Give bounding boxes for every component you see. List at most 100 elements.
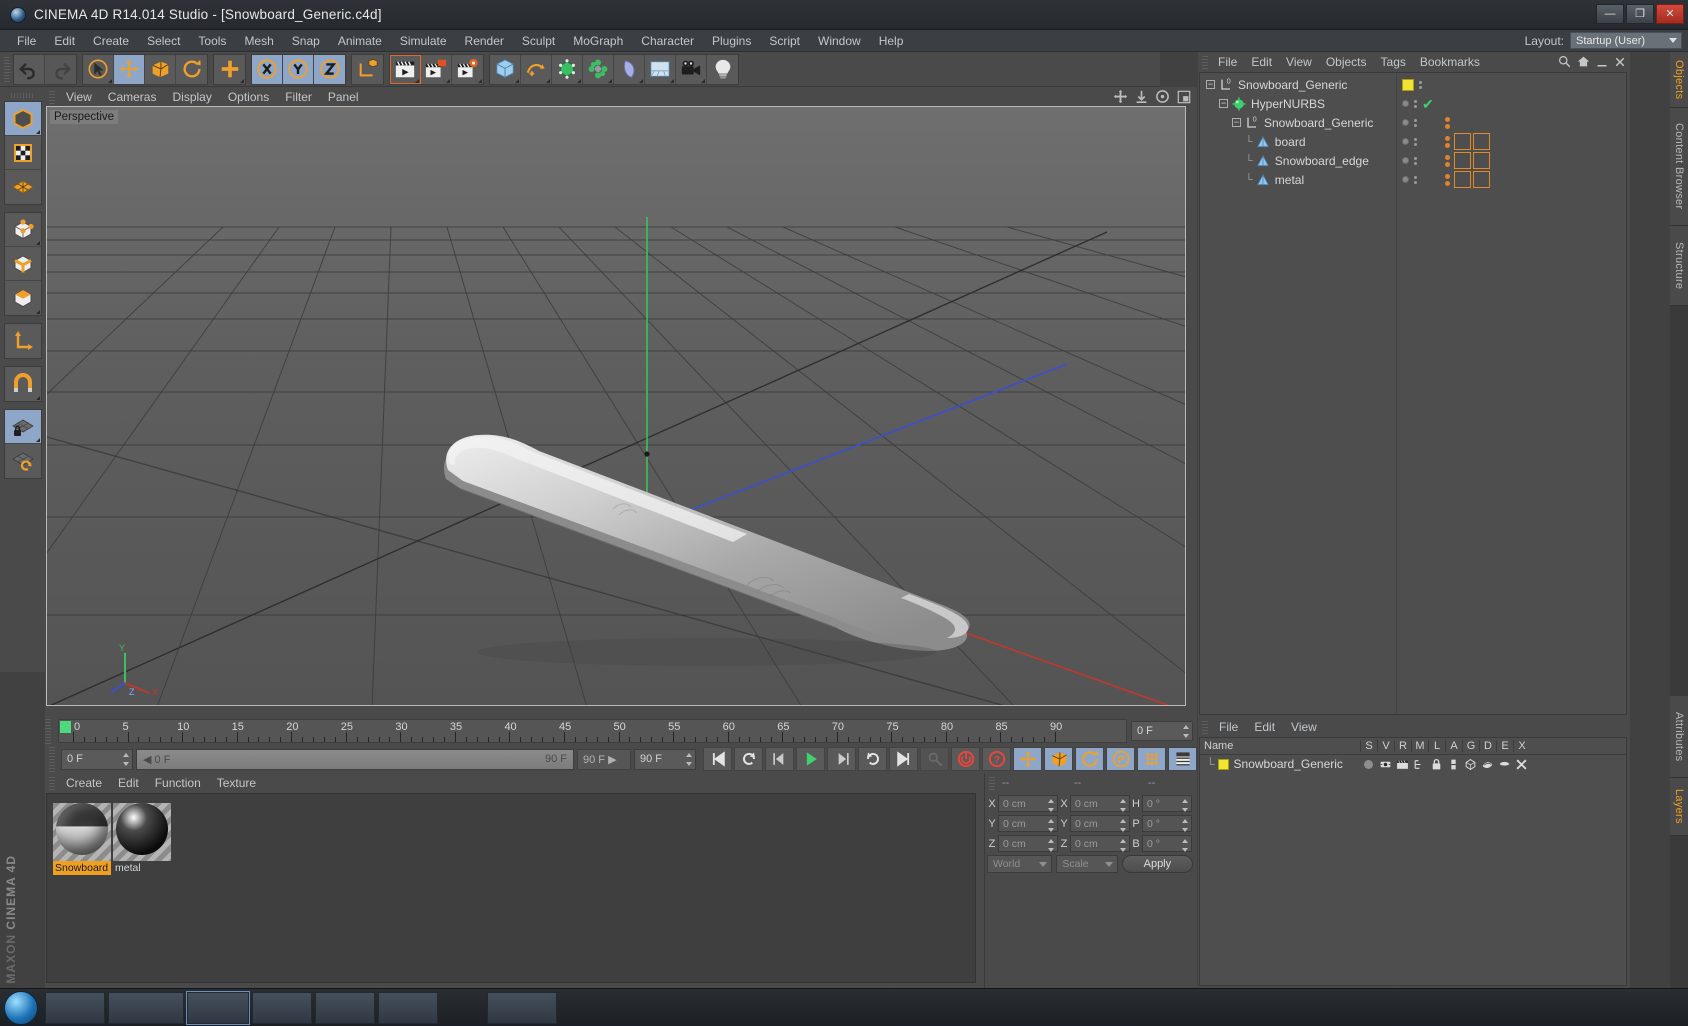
layer-list[interactable]: Name S V R M L A G D E X └ Snowboard_Generic (1199, 737, 1627, 986)
coord-rotation-field[interactable]: 0 ° (1142, 815, 1192, 832)
move-tool[interactable] (114, 54, 145, 84)
search-icon[interactable] (1558, 55, 1571, 68)
layer-color-swatch[interactable] (1217, 758, 1229, 770)
layer-cell-deformer[interactable] (1479, 758, 1496, 771)
layer-menu-edit[interactable]: Edit (1246, 719, 1283, 735)
layer-cell-generator[interactable] (1462, 758, 1479, 771)
material-item[interactable]: Snowboard (53, 800, 111, 976)
spinner-icon[interactable] (1047, 799, 1054, 812)
current-frame-field[interactable]: 0 F (1131, 721, 1193, 741)
autokeying-button[interactable] (951, 747, 980, 771)
menu-item-mesh[interactable]: Mesh (235, 32, 282, 50)
layer-manager-drag-handle[interactable] (1202, 720, 1208, 734)
layer-cell-xref[interactable] (1513, 758, 1530, 771)
visibility-dots-icon[interactable] (1414, 175, 1417, 184)
taskbar-item[interactable] (378, 991, 438, 1024)
taskbar-item[interactable] (186, 990, 250, 1025)
layer-row[interactable]: └ Snowboard_Generic (1200, 755, 1626, 773)
coord-position-field[interactable]: 0 cm (998, 795, 1058, 812)
dolly-icon[interactable] (1135, 89, 1148, 104)
time-scrubber[interactable]: ◀ 0 F 90 F (136, 748, 574, 770)
layer-cell-render[interactable] (1394, 758, 1411, 771)
layer-column-e[interactable]: E (1496, 740, 1513, 752)
taskbar-item[interactable] (45, 991, 105, 1024)
render-view-button[interactable] (390, 54, 421, 84)
render-settings-button[interactable] (452, 54, 483, 84)
workplane-rotate[interactable] (4, 444, 41, 478)
visibility-dots-icon[interactable] (1414, 99, 1417, 108)
play-forward-loop-button[interactable] (858, 747, 887, 771)
frame-spinner-icon[interactable] (1182, 725, 1189, 738)
spinner-icon[interactable] (1047, 819, 1054, 832)
visibility-dots-icon[interactable] (1414, 118, 1417, 127)
texture-tag-icon[interactable] (1473, 152, 1490, 169)
expand-toggle[interactable]: − (1219, 99, 1228, 108)
layer-cell-manager[interactable] (1411, 758, 1428, 771)
lock-x-axis[interactable] (252, 54, 283, 84)
coord-size-field[interactable]: 0 cm (1070, 795, 1130, 812)
lock-y-axis[interactable] (283, 54, 314, 84)
scale-tool[interactable] (145, 54, 176, 84)
minimize-button[interactable]: — (1596, 4, 1624, 24)
object-menu-edit[interactable]: Edit (1244, 54, 1279, 70)
enabled-check-icon[interactable]: ✔ (1422, 97, 1434, 111)
start-frame-field[interactable]: 0 F (61, 748, 133, 770)
taskbar-item[interactable] (108, 991, 184, 1024)
visibility-dot[interactable] (1402, 100, 1409, 107)
record-parameter-button[interactable] (1137, 747, 1166, 771)
coordinate-system-dropdown[interactable]: World (987, 855, 1053, 873)
points-mode[interactable] (4, 213, 41, 247)
rotate-tool[interactable] (176, 54, 207, 84)
dock-tab-objects[interactable]: Objects (1670, 52, 1688, 108)
visibility-dot[interactable] (1402, 138, 1409, 145)
menu-item-character[interactable]: Character (632, 32, 703, 50)
toolbar-drag-handle[interactable] (4, 56, 10, 82)
layer-column-v[interactable]: V (1377, 740, 1394, 752)
coord-position-field[interactable]: 0 cm (998, 835, 1058, 852)
keyframe-selection-button[interactable]: ? (982, 747, 1011, 771)
add-light[interactable] (707, 54, 738, 84)
timeline-ruler[interactable]: 0 5 10 15 20 25 30 35 40 45 50 55 60 65 70 75 80 85 90 (58, 719, 1127, 743)
add-nurbs-generator[interactable] (552, 54, 583, 84)
layer-column-m[interactable]: M (1411, 740, 1428, 752)
menu-item-window[interactable]: Window (809, 32, 870, 50)
coord-rotation-field[interactable]: 0 ° (1142, 835, 1192, 852)
left-toolbar-drag-handle[interactable] (10, 93, 35, 98)
menu-item-tools[interactable]: Tools (189, 32, 235, 50)
object-menu-file[interactable]: File (1211, 54, 1244, 70)
material-tag-icon[interactable] (1454, 133, 1471, 150)
play-backwards-loop-button[interactable] (734, 747, 763, 771)
world-object-coordinates[interactable] (352, 54, 383, 84)
layout-dropdown[interactable]: Startup (User) (1570, 32, 1682, 49)
material-menu-edit[interactable]: Edit (110, 775, 147, 791)
edges-mode[interactable] (4, 247, 41, 281)
pan-icon[interactable] (1113, 89, 1128, 104)
layer-cell-lock[interactable] (1428, 758, 1445, 771)
coord-size-field[interactable]: 0 cm (1070, 835, 1130, 852)
visibility-dot[interactable] (1402, 119, 1409, 126)
layer-cell-animation[interactable] (1445, 758, 1462, 771)
object-row[interactable]: └ board (1200, 132, 1626, 151)
playbar-drag-handle[interactable] (49, 746, 55, 772)
coordinate-mode-dropdown[interactable]: Scale (1056, 855, 1118, 873)
object-menu-bookmarks[interactable]: Bookmarks (1413, 54, 1487, 70)
menu-item-snap[interactable]: Snap (283, 32, 329, 50)
close-button[interactable]: ✕ (1656, 4, 1684, 24)
go-to-end-button[interactable] (889, 747, 918, 771)
record-active-objects-button[interactable] (920, 747, 949, 771)
dock-tab-content-browser[interactable]: Content Browser (1670, 108, 1688, 226)
visibility-dot[interactable] (1402, 157, 1409, 164)
coord-size-field[interactable]: 0 cm (1070, 815, 1130, 832)
menu-item-render[interactable]: Render (456, 32, 513, 50)
layer-color-swatch[interactable] (1402, 78, 1414, 91)
spinner-icon[interactable] (1181, 819, 1188, 832)
layer-menu-file[interactable]: File (1211, 719, 1246, 735)
add-deformer[interactable] (614, 54, 645, 84)
layer-cell-solo-dot[interactable] (1360, 759, 1377, 769)
menu-item-script[interactable]: Script (760, 32, 809, 50)
home-icon[interactable] (1577, 55, 1590, 68)
model-mode[interactable] (4, 102, 41, 136)
menu-item-plugins[interactable]: Plugins (703, 32, 760, 50)
menu-item-help[interactable]: Help (870, 32, 913, 50)
menu-item-sculpt[interactable]: Sculpt (513, 32, 564, 50)
